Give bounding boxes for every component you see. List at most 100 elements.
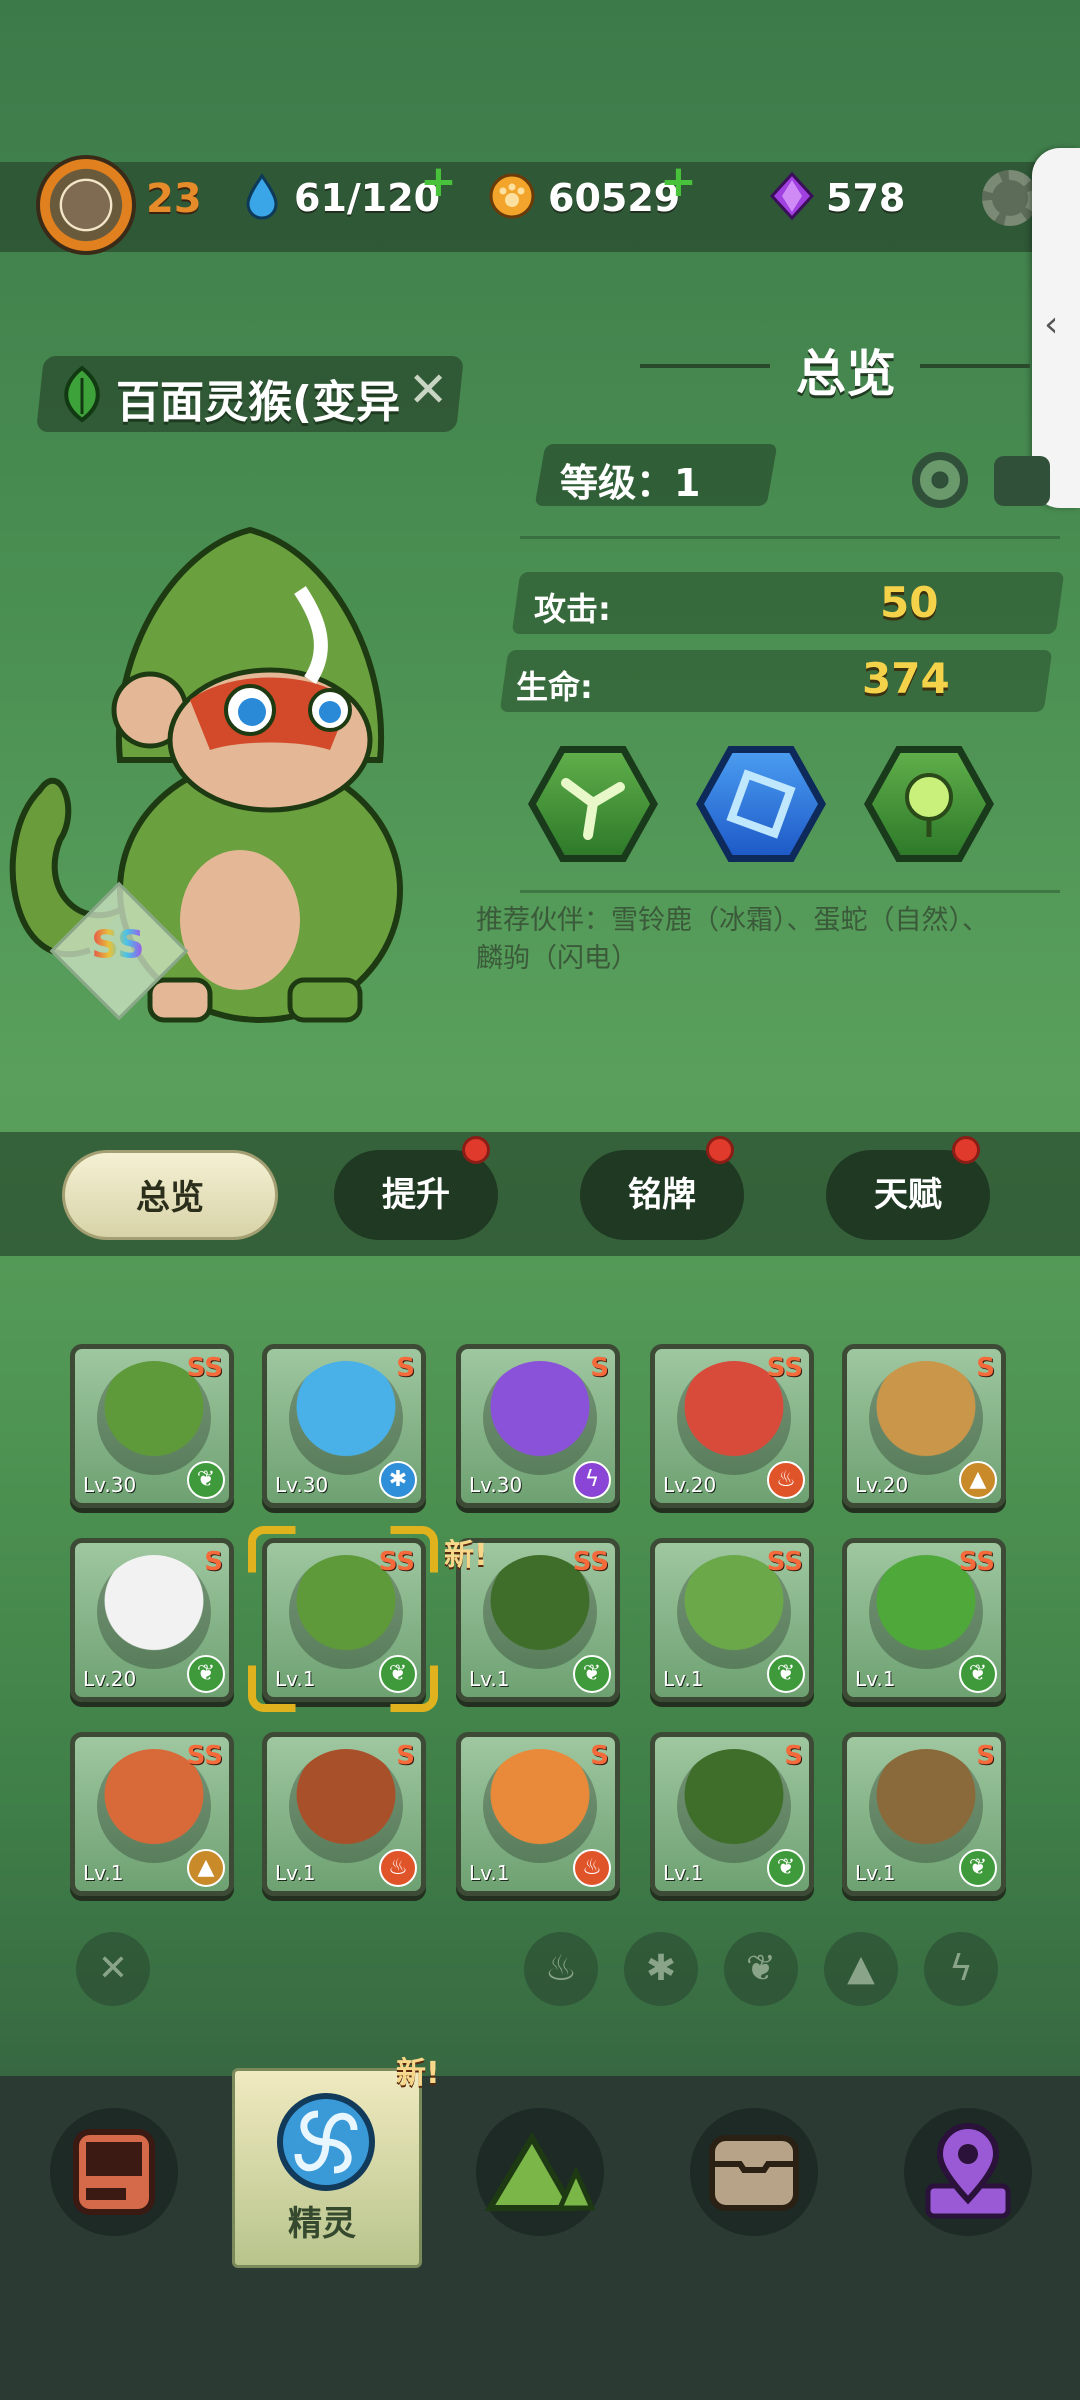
chest-icon: [709, 2135, 799, 2211]
monster-level: Lv.20: [83, 1667, 137, 1691]
leaf-icon: ❦: [187, 1461, 225, 1499]
leaf-icon: ❦: [767, 1655, 805, 1693]
add-water-button[interactable]: +: [420, 160, 457, 204]
monster-level: Lv.1: [83, 1861, 124, 1885]
clear-filter-button[interactable]: ✕: [76, 1932, 150, 2006]
monster-name: 百面灵猴(变异: [116, 377, 401, 428]
notification-dot: [462, 1136, 490, 1164]
rank-badge: S: [590, 1353, 609, 1383]
skill-water-button[interactable]: [696, 746, 826, 862]
avatar-face: [62, 181, 110, 229]
leaf-icon: ❦: [959, 1849, 997, 1887]
spirit-orb-icon: [277, 2093, 375, 2191]
monster-card[interactable]: Lv.1 SS ❦: [842, 1538, 1006, 1702]
tab-overview[interactable]: 总览: [62, 1150, 278, 1240]
monster-card[interactable]: Lv.1 SS ▲: [70, 1732, 234, 1896]
monster-thumbnail: [289, 1749, 403, 1863]
side-drawer-handle[interactable]: ‹: [1032, 148, 1080, 508]
title-deco-left: [640, 364, 770, 368]
gem-amount: 578: [826, 176, 906, 220]
chevron-left-icon: ‹: [1044, 304, 1059, 345]
fire-icon[interactable]: ♨: [524, 1932, 598, 2006]
rank-badge: S: [396, 1741, 415, 1771]
monster-card[interactable]: Lv.1 SS ❦: [650, 1538, 814, 1702]
skill-wind-button[interactable]: [528, 746, 658, 862]
rank-badge: SS: [572, 1547, 609, 1577]
monster-level: Lv.30: [469, 1473, 523, 1497]
monster-level: 等级：1: [560, 461, 701, 505]
lightning-icon[interactable]: ϟ: [924, 1932, 998, 2006]
snowflake-icon: ✱: [379, 1461, 417, 1499]
monster-card[interactable]: Lv.20 S ▲: [842, 1344, 1006, 1508]
monster-thumbnail: [869, 1361, 983, 1475]
monster-level: Lv.30: [83, 1473, 137, 1497]
leaf-icon[interactable]: ❦: [724, 1932, 798, 2006]
hp-value: 374: [862, 654, 950, 703]
player-avatar[interactable]: [36, 155, 136, 255]
new-badge: 新!: [396, 2056, 440, 2091]
monster-card[interactable]: Lv.1 S ♨: [262, 1732, 426, 1896]
nav-shop-button[interactable]: [50, 2108, 178, 2236]
title-deco-right: [920, 364, 1030, 368]
rank-badge: SS: [186, 1353, 223, 1383]
nav-map-button[interactable]: [904, 2108, 1032, 2236]
paw-coin-icon: [489, 173, 535, 219]
mountain-icon: [484, 2132, 596, 2211]
monster-card[interactable]: Lv.20 S ❦: [70, 1538, 234, 1702]
gem-icon: [769, 172, 815, 220]
monster-thumbnail: [289, 1361, 403, 1475]
monster-level: Lv.20: [855, 1473, 909, 1497]
monster-card[interactable]: Lv.30 Sϟ: [456, 1344, 620, 1508]
wind-icon: [561, 778, 625, 840]
monster-card[interactable]: Lv.1 S ❦: [842, 1732, 1006, 1896]
nav-spirit-label: 精灵: [288, 2204, 356, 2244]
grade-text: SS: [91, 922, 145, 967]
rank-badge: SS: [958, 1547, 995, 1577]
fire-icon: ♨: [767, 1461, 805, 1499]
monster-level: Lv.1: [469, 1861, 510, 1885]
monster-card[interactable]: Lv.30 SS ❦: [70, 1344, 234, 1508]
add-coins-button[interactable]: +: [660, 160, 697, 204]
rank-badge: SS: [766, 1547, 803, 1577]
monster-level: Lv.30: [275, 1473, 329, 1497]
monster-level: Lv.1: [469, 1667, 510, 1691]
nav-adventure-button[interactable]: [476, 2108, 604, 2236]
lightning-icon: ϟ: [573, 1461, 611, 1499]
rank-badge: S: [976, 1741, 995, 1771]
leaf-icon: ❦: [187, 1655, 225, 1693]
hp-label: 生命:: [516, 668, 593, 706]
name-clear-button[interactable]: ✕: [408, 362, 448, 418]
snowflake-icon[interactable]: ✱: [624, 1932, 698, 2006]
divider: [520, 536, 1060, 539]
monster-card[interactable]: Lv.1 S ❦: [650, 1732, 814, 1896]
leaf-icon: ❦: [573, 1655, 611, 1693]
target-icon[interactable]: [912, 452, 968, 508]
nav-inventory-button[interactable]: [690, 2108, 818, 2236]
rank-badge: S: [590, 1741, 609, 1771]
monster-card[interactable]: Lv.20 SS ♨: [650, 1344, 814, 1508]
rank-badge: S: [204, 1547, 223, 1577]
earth-icon: ▲: [959, 1461, 997, 1499]
monster-level: Lv.20: [663, 1473, 717, 1497]
gear-icon[interactable]: [982, 170, 1038, 226]
monster-thumbnail: [483, 1361, 597, 1475]
earth-icon[interactable]: ▲: [824, 1932, 898, 2006]
monster-level: Lv.1: [663, 1861, 704, 1885]
leaf-icon: ❦: [767, 1849, 805, 1887]
monster-thumbnail: [677, 1749, 791, 1863]
monster-level: Lv.1: [855, 1861, 896, 1885]
rank-badge: S: [976, 1353, 995, 1383]
recommended-partners: 推荐伙伴：雪铃鹿（冰霜）、蛋蛇（自然）、麟驹（闪电）: [476, 905, 989, 974]
skill-orb-button[interactable]: [864, 746, 994, 862]
new-badge: 新!: [444, 1538, 488, 1573]
fire-icon: ♨: [379, 1849, 417, 1887]
notification-dot: [952, 1136, 980, 1164]
earth-icon: ▲: [187, 1849, 225, 1887]
fire-icon: ♨: [573, 1849, 611, 1887]
monster-thumbnail: [483, 1749, 597, 1863]
monster-card[interactable]: Lv.30 S ✱: [262, 1344, 426, 1508]
orb-icon: [905, 773, 953, 837]
monster-card[interactable]: Lv.1 S ♨: [456, 1732, 620, 1896]
console-icon: [73, 2129, 155, 2215]
lock-icon[interactable]: [994, 456, 1050, 506]
